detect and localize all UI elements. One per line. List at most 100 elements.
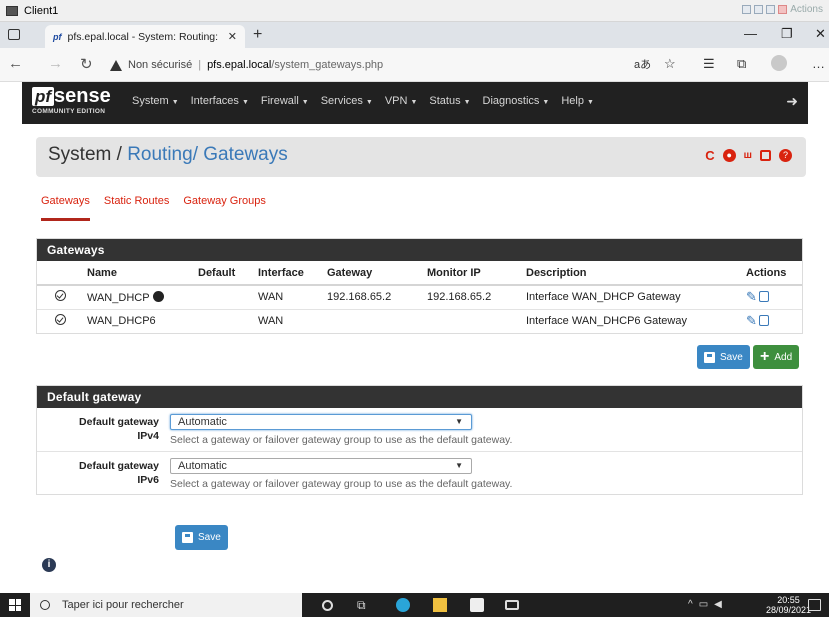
new-tab-icon[interactable]: + bbox=[253, 26, 262, 44]
col-name[interactable]: Name bbox=[87, 261, 198, 286]
menu-services[interactable]: Services ▼ bbox=[321, 95, 373, 107]
breadcrumb: System / Routing/ Gateways C ● ш ? bbox=[36, 137, 806, 177]
crumb-routing[interactable]: Routing bbox=[127, 144, 193, 165]
menu-system[interactable]: System ▼ bbox=[132, 95, 179, 107]
url-host: pfs.epal.local bbox=[207, 59, 272, 71]
more-icon[interactable]: … bbox=[812, 56, 825, 71]
ipv4-label: Default gateway IPv4 bbox=[79, 416, 159, 442]
store-icon[interactable] bbox=[470, 598, 484, 612]
close-window-icon[interactable]: ✕ bbox=[815, 26, 826, 42]
col-interface[interactable]: Interface bbox=[258, 261, 327, 286]
menu-firewall[interactable]: Firewall ▼ bbox=[261, 95, 309, 107]
page-title: System / Routing/ Gateways bbox=[48, 144, 288, 165]
taskbar-search[interactable]: Taper ici pour rechercher bbox=[30, 593, 302, 617]
clock-date: 28/09/2021 bbox=[766, 605, 812, 615]
caret-down-icon: ▼ bbox=[241, 99, 249, 106]
task-view-icon[interactable]: ⧉ bbox=[357, 598, 371, 612]
search-placeholder: Taper ici pour rechercher bbox=[62, 599, 184, 611]
vm-ctl-icon[interactable] bbox=[754, 5, 764, 14]
browser-tabstrip: pf pfs.epal.local - System: Routing: ✕ +… bbox=[0, 22, 829, 48]
vm-window-icon bbox=[6, 5, 18, 16]
caret-down-icon: ▼ bbox=[365, 99, 373, 106]
windows-taskbar: Taper ici pour rechercher ⧉ ^ ▭ ◀ 20:55 … bbox=[0, 593, 829, 617]
vm-actions[interactable]: Actions bbox=[742, 4, 823, 15]
pfsense-logo[interactable]: pf sense COMMUNITY EDITION bbox=[32, 86, 111, 115]
favorite-star-icon[interactable]: ☆ bbox=[664, 56, 676, 72]
help-icon[interactable]: ? bbox=[779, 149, 792, 162]
file-explorer-icon[interactable] bbox=[433, 598, 447, 612]
copy-icon[interactable] bbox=[758, 291, 769, 303]
forward-icon[interactable]: → bbox=[48, 55, 63, 72]
log-icon[interactable] bbox=[760, 150, 771, 161]
volume-icon[interactable]: ◀ bbox=[714, 599, 722, 610]
edit-pencil-icon[interactable]: ✎ bbox=[746, 313, 757, 329]
chevron-up-icon[interactable]: ^ bbox=[688, 599, 693, 610]
caret-down-icon: ▼ bbox=[301, 99, 309, 106]
save-gateways-button[interactable]: Save bbox=[697, 345, 750, 369]
vm-ctl-icon[interactable] bbox=[742, 5, 752, 14]
minimize-icon[interactable]: — bbox=[744, 26, 757, 41]
logo-edition: COMMUNITY EDITION bbox=[32, 108, 106, 115]
col-default[interactable]: Default bbox=[198, 261, 258, 286]
menu-help[interactable]: Help ▼ bbox=[561, 95, 594, 107]
gateway-interface: WAN bbox=[258, 308, 327, 333]
tab-actions-icon[interactable] bbox=[8, 29, 20, 40]
copy-icon[interactable] bbox=[758, 315, 769, 327]
table-row: WAN_DHCP WAN 192.168.65.2 192.168.65.2 I… bbox=[37, 284, 802, 309]
vm-actions-label[interactable]: Actions bbox=[790, 4, 823, 15]
save-default-gateway-button[interactable]: Save bbox=[175, 525, 228, 550]
info-icon[interactable]: i bbox=[42, 558, 56, 572]
plus-icon: + bbox=[760, 348, 770, 365]
cortana-icon[interactable] bbox=[322, 600, 333, 611]
menu-interfaces[interactable]: Interfaces ▼ bbox=[191, 95, 249, 107]
windows-start-icon[interactable] bbox=[9, 599, 21, 611]
profile-avatar[interactable] bbox=[771, 55, 787, 71]
edit-pencil-icon[interactable]: ✎ bbox=[746, 289, 757, 305]
vm-power-icon[interactable] bbox=[778, 5, 788, 14]
edge-icon[interactable] bbox=[396, 598, 410, 612]
logo-pf: pf bbox=[32, 87, 55, 106]
menu-diagnostics[interactable]: Diagnostics ▼ bbox=[483, 95, 550, 107]
browser-tab[interactable]: pf pfs.epal.local - System: Routing: ✕ bbox=[45, 25, 245, 48]
url-field[interactable]: Non sécurisé | pfs.epal.local/system_gat… bbox=[110, 54, 650, 76]
mail-icon[interactable] bbox=[505, 600, 519, 610]
caret-down-icon: ▼ bbox=[463, 99, 471, 106]
chart-icon[interactable]: ш bbox=[744, 150, 752, 161]
add-gateway-button[interactable]: + Add bbox=[753, 345, 800, 369]
col-actions: Actions bbox=[746, 261, 802, 286]
tab-close-icon[interactable]: ✕ bbox=[228, 30, 237, 43]
favorites-icon[interactable]: ☰ bbox=[703, 56, 715, 72]
ipv6-label: Default gateway IPv6 bbox=[79, 460, 159, 486]
back-icon[interactable]: ← bbox=[8, 55, 23, 72]
read-aloud-icon[interactable]: aあ bbox=[634, 56, 651, 72]
breadcrumb-icons: C ● ш ? bbox=[705, 148, 792, 163]
col-description[interactable]: Description bbox=[526, 261, 746, 286]
save-disk-icon bbox=[182, 532, 193, 543]
col-monitor-ip[interactable]: Monitor IP bbox=[427, 261, 526, 286]
crumb-gateways[interactable]: Gateways bbox=[203, 144, 287, 165]
restore-icon[interactable]: ❐ bbox=[781, 26, 793, 42]
tab-gateway-groups[interactable]: Gateway Groups bbox=[183, 195, 266, 207]
gateways-panel: Gateways Name Default Interface Gateway … bbox=[36, 238, 803, 334]
caret-down-icon: ▼ bbox=[586, 99, 594, 106]
network-icon[interactable]: ▭ bbox=[699, 599, 708, 610]
default-gateway-ipv4-row: Default gateway IPv4 Automatic ▼ Select a … bbox=[37, 408, 802, 451]
vm-ctl-icon[interactable] bbox=[766, 5, 776, 14]
table-header: Name Default Interface Gateway Monitor I… bbox=[37, 261, 802, 286]
col-gateway[interactable]: Gateway bbox=[327, 261, 427, 286]
menu-vpn[interactable]: VPN ▼ bbox=[385, 95, 418, 107]
notification-icon[interactable] bbox=[808, 599, 821, 611]
tab-static-routes[interactable]: Static Routes bbox=[104, 195, 169, 207]
default-gateway-ipv6-select[interactable]: Automatic ▼ bbox=[170, 458, 472, 474]
reload-icon[interactable]: ↻ bbox=[80, 55, 93, 73]
default-gateway-ipv4-select[interactable]: Automatic ▼ bbox=[170, 414, 472, 430]
menu-status[interactable]: Status ▼ bbox=[429, 95, 470, 107]
clock[interactable]: 20:55 28/09/2021 bbox=[766, 595, 811, 615]
collections-icon[interactable]: ⧉ bbox=[737, 56, 746, 72]
tab-gateways[interactable]: Gateways bbox=[41, 195, 90, 221]
logout-icon[interactable]: ➜ bbox=[786, 93, 798, 110]
stop-icon[interactable]: ● bbox=[722, 149, 736, 162]
reload-filter-icon[interactable]: C bbox=[705, 148, 714, 163]
check-circle-icon bbox=[55, 314, 66, 326]
gateway-address bbox=[327, 308, 427, 333]
